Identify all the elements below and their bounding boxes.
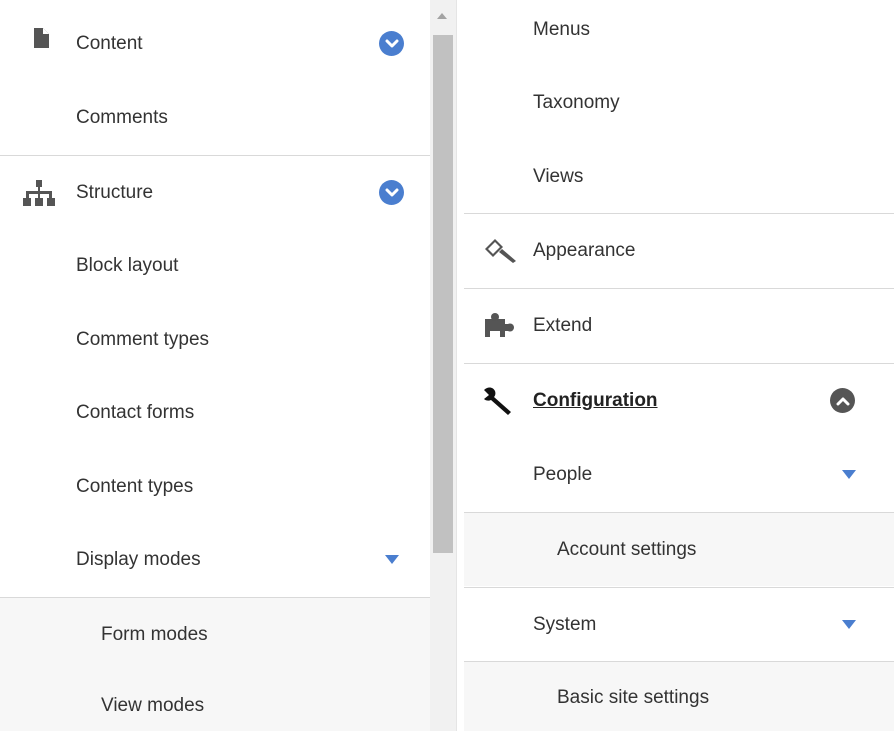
pane-divider <box>456 0 464 731</box>
scrollbar-thumb[interactable] <box>433 35 453 553</box>
menu-item-extend[interactable]: Extend <box>464 288 894 362</box>
admin-toolbar-right-pane: Menus Taxonomy Views Appearance Extend C… <box>464 0 894 731</box>
scroll-up-arrow-icon[interactable] <box>437 13 447 19</box>
menu-item-comment-types[interactable]: Comment types <box>0 303 430 377</box>
file-icon <box>31 26 51 50</box>
menu-item-label: Menus <box>533 19 591 40</box>
menu-item-configuration[interactable]: Configuration <box>464 363 894 437</box>
menu-item-label: Account settings <box>557 538 697 560</box>
menu-item-label: Structure <box>76 181 154 203</box>
chevron-down-icon[interactable] <box>379 180 404 205</box>
menu-item-label: View modes <box>101 695 205 716</box>
menu-item-appearance[interactable]: Appearance <box>464 213 894 287</box>
menu-item-contact-forms[interactable]: Contact forms <box>0 376 430 450</box>
menu-item-label: Content <box>76 33 143 54</box>
menu-item-label: Taxonomy <box>533 92 620 113</box>
menu-item-label: Comment types <box>76 329 210 350</box>
menu-item-taxonomy[interactable]: Taxonomy <box>464 66 894 140</box>
menu-item-label: Views <box>533 166 584 187</box>
menu-item-content[interactable]: Content <box>0 7 430 81</box>
menu-item-label: Extend <box>533 314 593 336</box>
chevron-down-icon[interactable] <box>379 31 404 56</box>
caret-down-icon[interactable] <box>842 620 856 629</box>
scrollbar[interactable] <box>430 0 456 731</box>
menu-item-label: Block layout <box>76 255 179 276</box>
menu-item-block-layout[interactable]: Block layout <box>0 229 430 303</box>
menu-item-menus[interactable]: Menus <box>464 0 894 67</box>
sitemap-icon <box>22 180 56 206</box>
menu-item-label: System <box>533 613 597 635</box>
caret-down-icon[interactable] <box>385 555 399 564</box>
menu-item-form-modes[interactable]: Form modes <box>0 597 430 671</box>
menu-item-people[interactable]: People <box>464 438 894 512</box>
menu-item-comments[interactable]: Comments <box>0 81 430 155</box>
caret-down-icon[interactable] <box>842 470 856 479</box>
puzzle-icon <box>481 311 519 339</box>
menu-item-basic-site-settings[interactable]: Basic site settings <box>464 661 894 731</box>
menu-item-label: Comments <box>76 107 168 128</box>
menu-item-system[interactable]: System <box>464 587 894 661</box>
paintbrush-icon <box>482 237 518 263</box>
menu-item-content-types[interactable]: Content types <box>0 450 430 524</box>
menu-item-structure[interactable]: Structure <box>0 155 430 229</box>
chevron-up-icon[interactable] <box>830 388 855 413</box>
menu-item-label: People <box>533 464 593 485</box>
menu-item-label: Display modes <box>76 549 201 570</box>
menu-item-label: Appearance <box>533 239 636 261</box>
menu-item-display-modes[interactable]: Display modes <box>0 523 430 597</box>
menu-item-label: Form modes <box>101 623 208 645</box>
menu-item-label[interactable]: Configuration <box>533 390 658 412</box>
menu-item-account-settings[interactable]: Account settings <box>464 512 894 586</box>
admin-toolbar-left-pane: Content Comments Structure Block layout … <box>0 0 430 731</box>
menu-item-label: Content types <box>76 476 194 497</box>
menu-item-label: Basic site settings <box>557 687 710 708</box>
wrench-icon <box>481 386 517 416</box>
menu-item-label: Contact forms <box>76 402 195 423</box>
menu-item-view-modes[interactable]: View modes <box>0 671 430 731</box>
menu-item-views[interactable]: Views <box>464 140 894 214</box>
